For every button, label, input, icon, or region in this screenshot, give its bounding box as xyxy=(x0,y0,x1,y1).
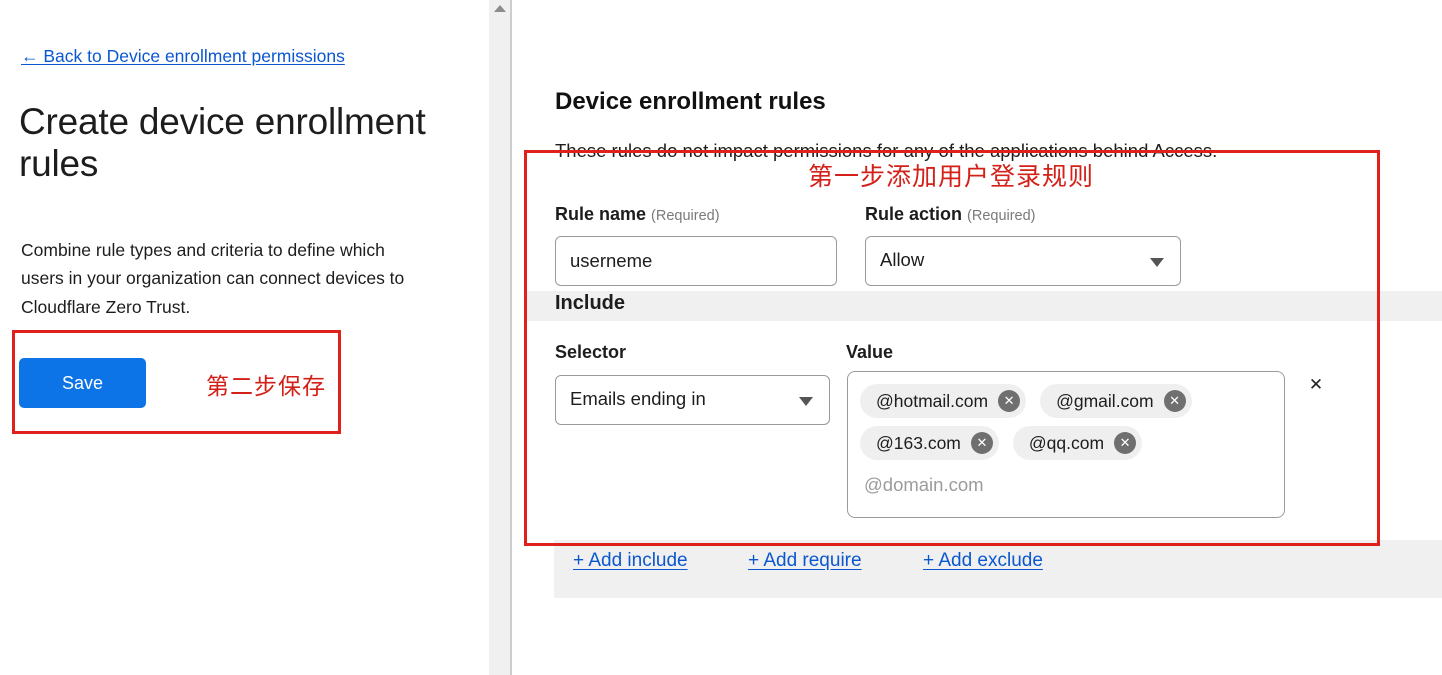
selector-label: Selector xyxy=(555,342,627,362)
right-panel: Device enrollment rules These rules do n… xyxy=(512,0,1442,675)
scroll-up-arrow-icon[interactable] xyxy=(493,5,506,12)
page-description: Combine rule types and criteria to defin… xyxy=(21,239,405,317)
add-include-link[interactable]: + Add include xyxy=(573,550,688,572)
selector-selected-value: Emails ending in xyxy=(570,388,706,409)
rule-name-input[interactable] xyxy=(555,236,837,286)
section-title: Device enrollment rules xyxy=(555,87,826,115)
tag-chip-label: @hotmail.com xyxy=(876,390,989,411)
selector-select[interactable]: Emails ending in xyxy=(555,375,830,425)
add-require-link[interactable]: + Add require xyxy=(748,550,862,572)
save-button[interactable]: Save xyxy=(19,358,146,408)
rule-name-label-text: Rule name xyxy=(555,204,647,224)
tag-chip-label: @qq.com xyxy=(1028,432,1105,453)
chevron-down-icon xyxy=(799,397,813,406)
tag-list: @hotmail.com ✕ @gmail.com ✕ @163.com ✕ @qq.com… xyxy=(860,384,1274,460)
left-panel: ← Back to Device enrollment permissions … xyxy=(0,0,488,675)
rule-action-label-text: Rule action xyxy=(865,204,963,224)
include-section-band xyxy=(524,291,1442,321)
rule-action-required-tag: (Required) xyxy=(967,208,1036,224)
tag-chip-label: @gmail.com xyxy=(1056,390,1154,411)
value-label: Value xyxy=(846,342,894,362)
tag-chip-label: @163.com xyxy=(876,432,961,453)
rule-name-required-tag: (Required) xyxy=(651,208,720,224)
rule-action-selected-value: Allow xyxy=(880,249,925,270)
include-section-heading: Include xyxy=(555,292,626,314)
tag-chip: @163.com ✕ xyxy=(860,426,999,460)
vertical-scrollbar[interactable] xyxy=(489,0,512,675)
back-to-device-enrollment-permissions-link[interactable]: ← Back to Device enrollment permissions xyxy=(21,46,345,67)
save-step-annotation-label: 第二步保存 xyxy=(206,374,326,400)
page-title: Create device enrollment rules xyxy=(19,100,426,184)
rule-step-annotation-label: 第一步添加用户登录规则 xyxy=(808,162,1095,191)
tag-remove-icon[interactable]: ✕ xyxy=(970,432,993,454)
rule-action-label: Rule action (Required) xyxy=(865,204,1036,225)
chevron-down-icon xyxy=(1150,258,1164,267)
tag-chip: @gmail.com ✕ xyxy=(1040,384,1192,418)
value-tag-input[interactable]: @hotmail.com ✕ @gmail.com ✕ @163.com ✕ @qq.com… xyxy=(847,371,1285,518)
rule-name-label: Rule name (Required) xyxy=(555,204,720,225)
rule-action-select[interactable]: Allow xyxy=(865,236,1181,286)
tag-chip: @qq.com ✕ xyxy=(1012,426,1143,460)
value-input-placeholder[interactable]: @domain.com xyxy=(860,474,1274,496)
add-exclude-link[interactable]: + Add exclude xyxy=(923,550,1043,572)
tag-remove-icon[interactable]: ✕ xyxy=(998,390,1021,412)
tag-chip: @hotmail.com ✕ xyxy=(860,384,1027,418)
tag-remove-icon[interactable]: ✕ xyxy=(1114,432,1137,454)
remove-condition-button[interactable]: ✕ xyxy=(1305,374,1327,396)
tag-remove-icon[interactable]: ✕ xyxy=(1163,390,1186,412)
